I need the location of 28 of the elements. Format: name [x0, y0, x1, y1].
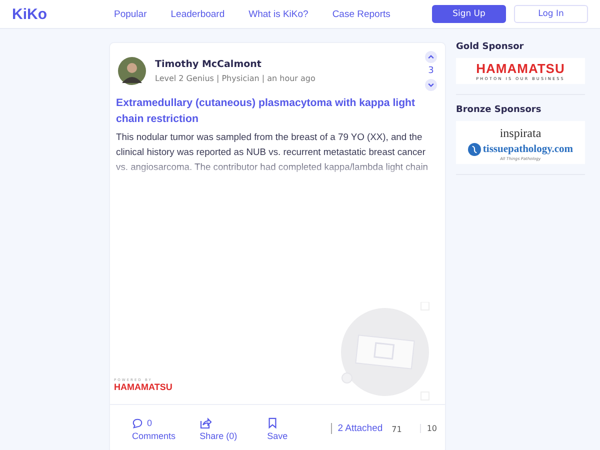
chevron-up-icon: [427, 53, 435, 61]
nav-link[interactable]: Case Reports: [332, 8, 390, 20]
attached-link[interactable]: 2 Attached: [330, 423, 383, 434]
vote-count: 3: [428, 66, 434, 76]
downvote-button[interactable]: [425, 79, 437, 91]
sign-up-button[interactable]: Sign Up: [432, 5, 506, 23]
kiko-logo[interactable]: KiKo: [12, 6, 112, 22]
post-body: This nodular tumor was sampled from the breast of a 79 YO (XX), and the clinical history was reported as NUB vs. recurrent metastatic breast cancer vs. angiosarcoma. The contributor had completed kappa/lambda light chain: [116, 130, 429, 174]
comment-icon: [132, 418, 143, 428]
nav-link[interactable]: Popular: [114, 8, 147, 20]
bookmark-icon: [267, 417, 278, 429]
chevron-down-icon: [427, 81, 435, 89]
sponsor-heading: Bronze Sponsors: [456, 105, 542, 115]
share-icon: [200, 417, 212, 429]
post-title[interactable]: Extramedullary (cutaneous) plasmacytoma with kappa light chain restriction: [116, 95, 439, 127]
comments-button[interactable]: 0 Comments: [132, 417, 200, 441]
nav-link[interactable]: Leaderboard: [170, 8, 225, 20]
author-meta: Level 2 Genius | Physician | an hour ago: [155, 74, 316, 83]
nav-link[interactable]: What is KiKo?: [248, 8, 308, 20]
sponsor-heading: Gold Sponsor: [456, 42, 525, 52]
share-button[interactable]: Share (0): [200, 417, 268, 441]
author-name[interactable]: Timothy McCalmont: [155, 59, 416, 70]
inspirata-logo[interactable]: inspirata: [500, 126, 542, 141]
log-in-button[interactable]: Log In: [514, 5, 588, 23]
stat-count: 10: [420, 424, 438, 433]
upvote-button[interactable]: [425, 51, 437, 63]
avatar: [118, 57, 146, 85]
stat-count: 71: [392, 425, 402, 434]
